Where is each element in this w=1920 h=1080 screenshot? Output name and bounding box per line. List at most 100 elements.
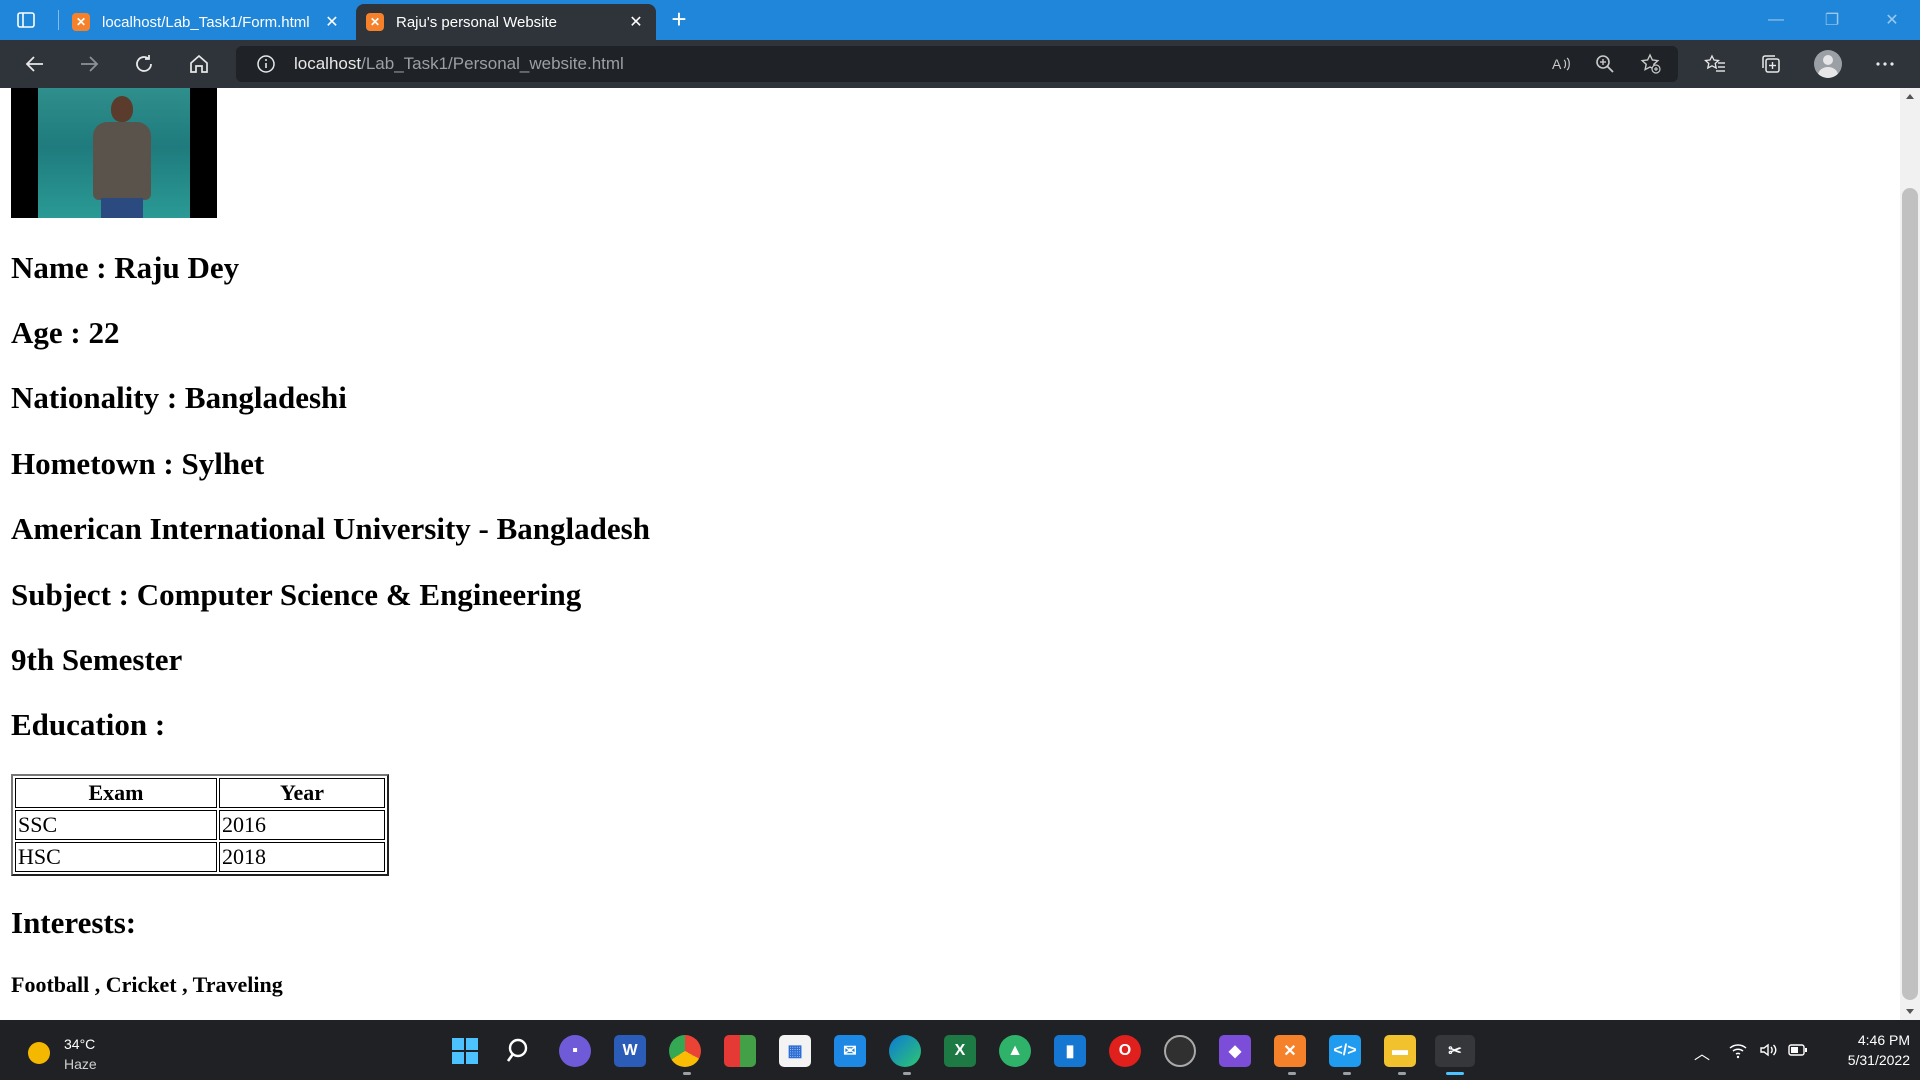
close-icon[interactable]: ✕ bbox=[626, 12, 646, 32]
home-icon bbox=[190, 54, 208, 73]
photo-person-body bbox=[93, 122, 151, 200]
restore-button[interactable]: ❐ bbox=[1804, 0, 1860, 40]
photo-person-legs bbox=[101, 198, 143, 218]
back-arrow-icon bbox=[25, 56, 43, 72]
search-icon[interactable] bbox=[504, 1035, 536, 1067]
back-button[interactable] bbox=[18, 48, 52, 80]
weather-condition: Haze bbox=[64, 1056, 97, 1072]
photo-person-head bbox=[111, 96, 133, 122]
opera-icon[interactable]: O bbox=[1109, 1035, 1141, 1067]
xampp-icon: ✕ bbox=[72, 13, 90, 31]
table-cell: HSC bbox=[15, 842, 217, 872]
active-indicator bbox=[1446, 1072, 1464, 1075]
forward-button[interactable] bbox=[72, 48, 106, 80]
add-favorite-icon[interactable] bbox=[1640, 53, 1662, 75]
clock-time: 4:46 PM bbox=[1857, 1032, 1910, 1048]
tab-separator bbox=[58, 10, 59, 30]
weather-widget[interactable]: 34°C Haze bbox=[28, 1032, 148, 1072]
table-header: Year bbox=[219, 778, 385, 808]
semester-heading: 9th Semester bbox=[11, 642, 183, 677]
snipping-tool-icon[interactable]: ✂ bbox=[1435, 1035, 1475, 1067]
visual-studio-icon[interactable]: ◆ bbox=[1219, 1035, 1251, 1067]
table-header-row: Exam Year bbox=[15, 778, 385, 808]
interests-text: Football , Cricket , Traveling bbox=[11, 972, 283, 997]
university-heading: American International University - Bang… bbox=[11, 511, 650, 546]
table-cell: 2016 bbox=[219, 810, 385, 840]
more-icon bbox=[1876, 62, 1894, 66]
word-icon[interactable]: W bbox=[614, 1035, 646, 1067]
tab-form[interactable]: ✕ localhost/Lab_Task1/Form.html ✕ bbox=[62, 4, 352, 40]
collections-icon bbox=[1762, 55, 1780, 73]
tab-title: localhost/Lab_Task1/Form.html bbox=[102, 13, 310, 31]
edge-icon[interactable] bbox=[889, 1035, 921, 1067]
sun-icon bbox=[28, 1042, 50, 1064]
name-heading: Name : Raju Dey bbox=[11, 250, 240, 285]
url-host: localhost bbox=[294, 54, 362, 73]
xampp-icon[interactable]: ✕ bbox=[1274, 1035, 1306, 1067]
android-studio-icon[interactable]: ▲ bbox=[999, 1035, 1031, 1067]
show-hidden-icons-icon[interactable]: ︿ bbox=[1694, 1040, 1710, 1063]
volume-icon[interactable] bbox=[1758, 1040, 1778, 1060]
site-info-icon[interactable] bbox=[256, 54, 276, 74]
minimize-button[interactable]: — bbox=[1748, 0, 1804, 40]
chrome-icon[interactable] bbox=[669, 1035, 701, 1067]
favorites-button[interactable] bbox=[1698, 48, 1732, 80]
table-header: Exam bbox=[15, 778, 217, 808]
excel-icon[interactable]: X bbox=[944, 1035, 976, 1067]
running-indicator bbox=[1343, 1072, 1351, 1075]
tab-actions-icon[interactable] bbox=[16, 10, 36, 30]
running-indicator bbox=[1398, 1072, 1406, 1075]
scroll-up-arrow-icon[interactable] bbox=[1906, 94, 1914, 99]
age-heading: Age : 22 bbox=[11, 315, 120, 350]
profile-avatar[interactable] bbox=[1814, 50, 1842, 78]
scroll-down-arrow-icon[interactable] bbox=[1906, 1009, 1914, 1014]
page-scrollbar[interactable] bbox=[1900, 88, 1920, 1020]
tab-personal-website[interactable]: ✕ Raju's personal Website ✕ bbox=[356, 4, 656, 40]
page-viewport: Name : Raju Dey Age : 22 Nationality : B… bbox=[0, 88, 1900, 1020]
table-cell: 2018 bbox=[219, 842, 385, 872]
profile-photo bbox=[11, 88, 217, 218]
home-button[interactable] bbox=[182, 48, 216, 80]
table-row: HSC 2018 bbox=[15, 842, 385, 872]
vscode-icon[interactable]: </> bbox=[1329, 1035, 1361, 1067]
taskbar: 34°C Haze ▪ W ▦ ✉ X ▲ ▮ O ◆ ✕ </> ▬ ✂ ︿ … bbox=[0, 1020, 1920, 1080]
system-clock[interactable]: 4:46 PM 5/31/2022 bbox=[1820, 1030, 1910, 1070]
education-table: Exam Year SSC 2016 HSC 2018 bbox=[11, 774, 389, 876]
scrollbar-thumb[interactable] bbox=[1902, 188, 1918, 1000]
running-indicator bbox=[683, 1072, 691, 1075]
store-icon[interactable]: ▦ bbox=[779, 1035, 811, 1067]
app-grid-icon[interactable] bbox=[724, 1035, 756, 1067]
read-aloud-icon[interactable]: A bbox=[1550, 53, 1572, 75]
obs-icon[interactable] bbox=[1164, 1035, 1196, 1067]
windows-app-icon[interactable]: ▮ bbox=[1054, 1035, 1086, 1067]
subject-heading: Subject : Computer Science & Engineering bbox=[11, 577, 582, 612]
xampp-icon: ✕ bbox=[366, 13, 384, 31]
battery-icon[interactable] bbox=[1788, 1040, 1808, 1060]
zoom-icon[interactable] bbox=[1594, 53, 1616, 75]
mail-icon[interactable]: ✉ bbox=[834, 1035, 866, 1067]
tab-title: Raju's personal Website bbox=[396, 13, 558, 31]
url-path: /Lab_Task1/Personal_website.html bbox=[361, 54, 624, 73]
wifi-icon[interactable] bbox=[1728, 1040, 1748, 1060]
collections-button[interactable] bbox=[1754, 48, 1788, 80]
nationality-heading: Nationality : Bangladeshi bbox=[11, 380, 347, 415]
new-tab-button[interactable]: + bbox=[666, 6, 692, 32]
running-indicator bbox=[1288, 1072, 1296, 1075]
weather-temp: 34°C bbox=[64, 1036, 96, 1052]
url-text[interactable]: localhost/Lab_Task1/Personal_website.htm… bbox=[294, 54, 624, 74]
teams-chat-icon[interactable]: ▪ bbox=[559, 1035, 591, 1067]
table-row: SSC 2016 bbox=[15, 810, 385, 840]
clock-date: 5/31/2022 bbox=[1847, 1052, 1910, 1068]
browser-toolbar: localhost/Lab_Task1/Personal_website.htm… bbox=[0, 40, 1920, 88]
file-explorer-icon[interactable]: ▬ bbox=[1384, 1035, 1416, 1067]
favorites-icon bbox=[1704, 54, 1725, 72]
settings-menu-button[interactable] bbox=[1868, 48, 1902, 80]
start-icon[interactable] bbox=[449, 1035, 481, 1067]
running-indicator bbox=[903, 1072, 911, 1075]
close-window-button[interactable]: ✕ bbox=[1864, 0, 1920, 40]
address-bar[interactable]: localhost/Lab_Task1/Personal_website.htm… bbox=[236, 46, 1678, 82]
refresh-button[interactable] bbox=[127, 48, 161, 80]
close-icon[interactable]: ✕ bbox=[322, 12, 342, 32]
education-heading: Education : bbox=[11, 707, 166, 742]
tab-strip: ✕ localhost/Lab_Task1/Form.html ✕ ✕ Raju… bbox=[0, 0, 1920, 40]
